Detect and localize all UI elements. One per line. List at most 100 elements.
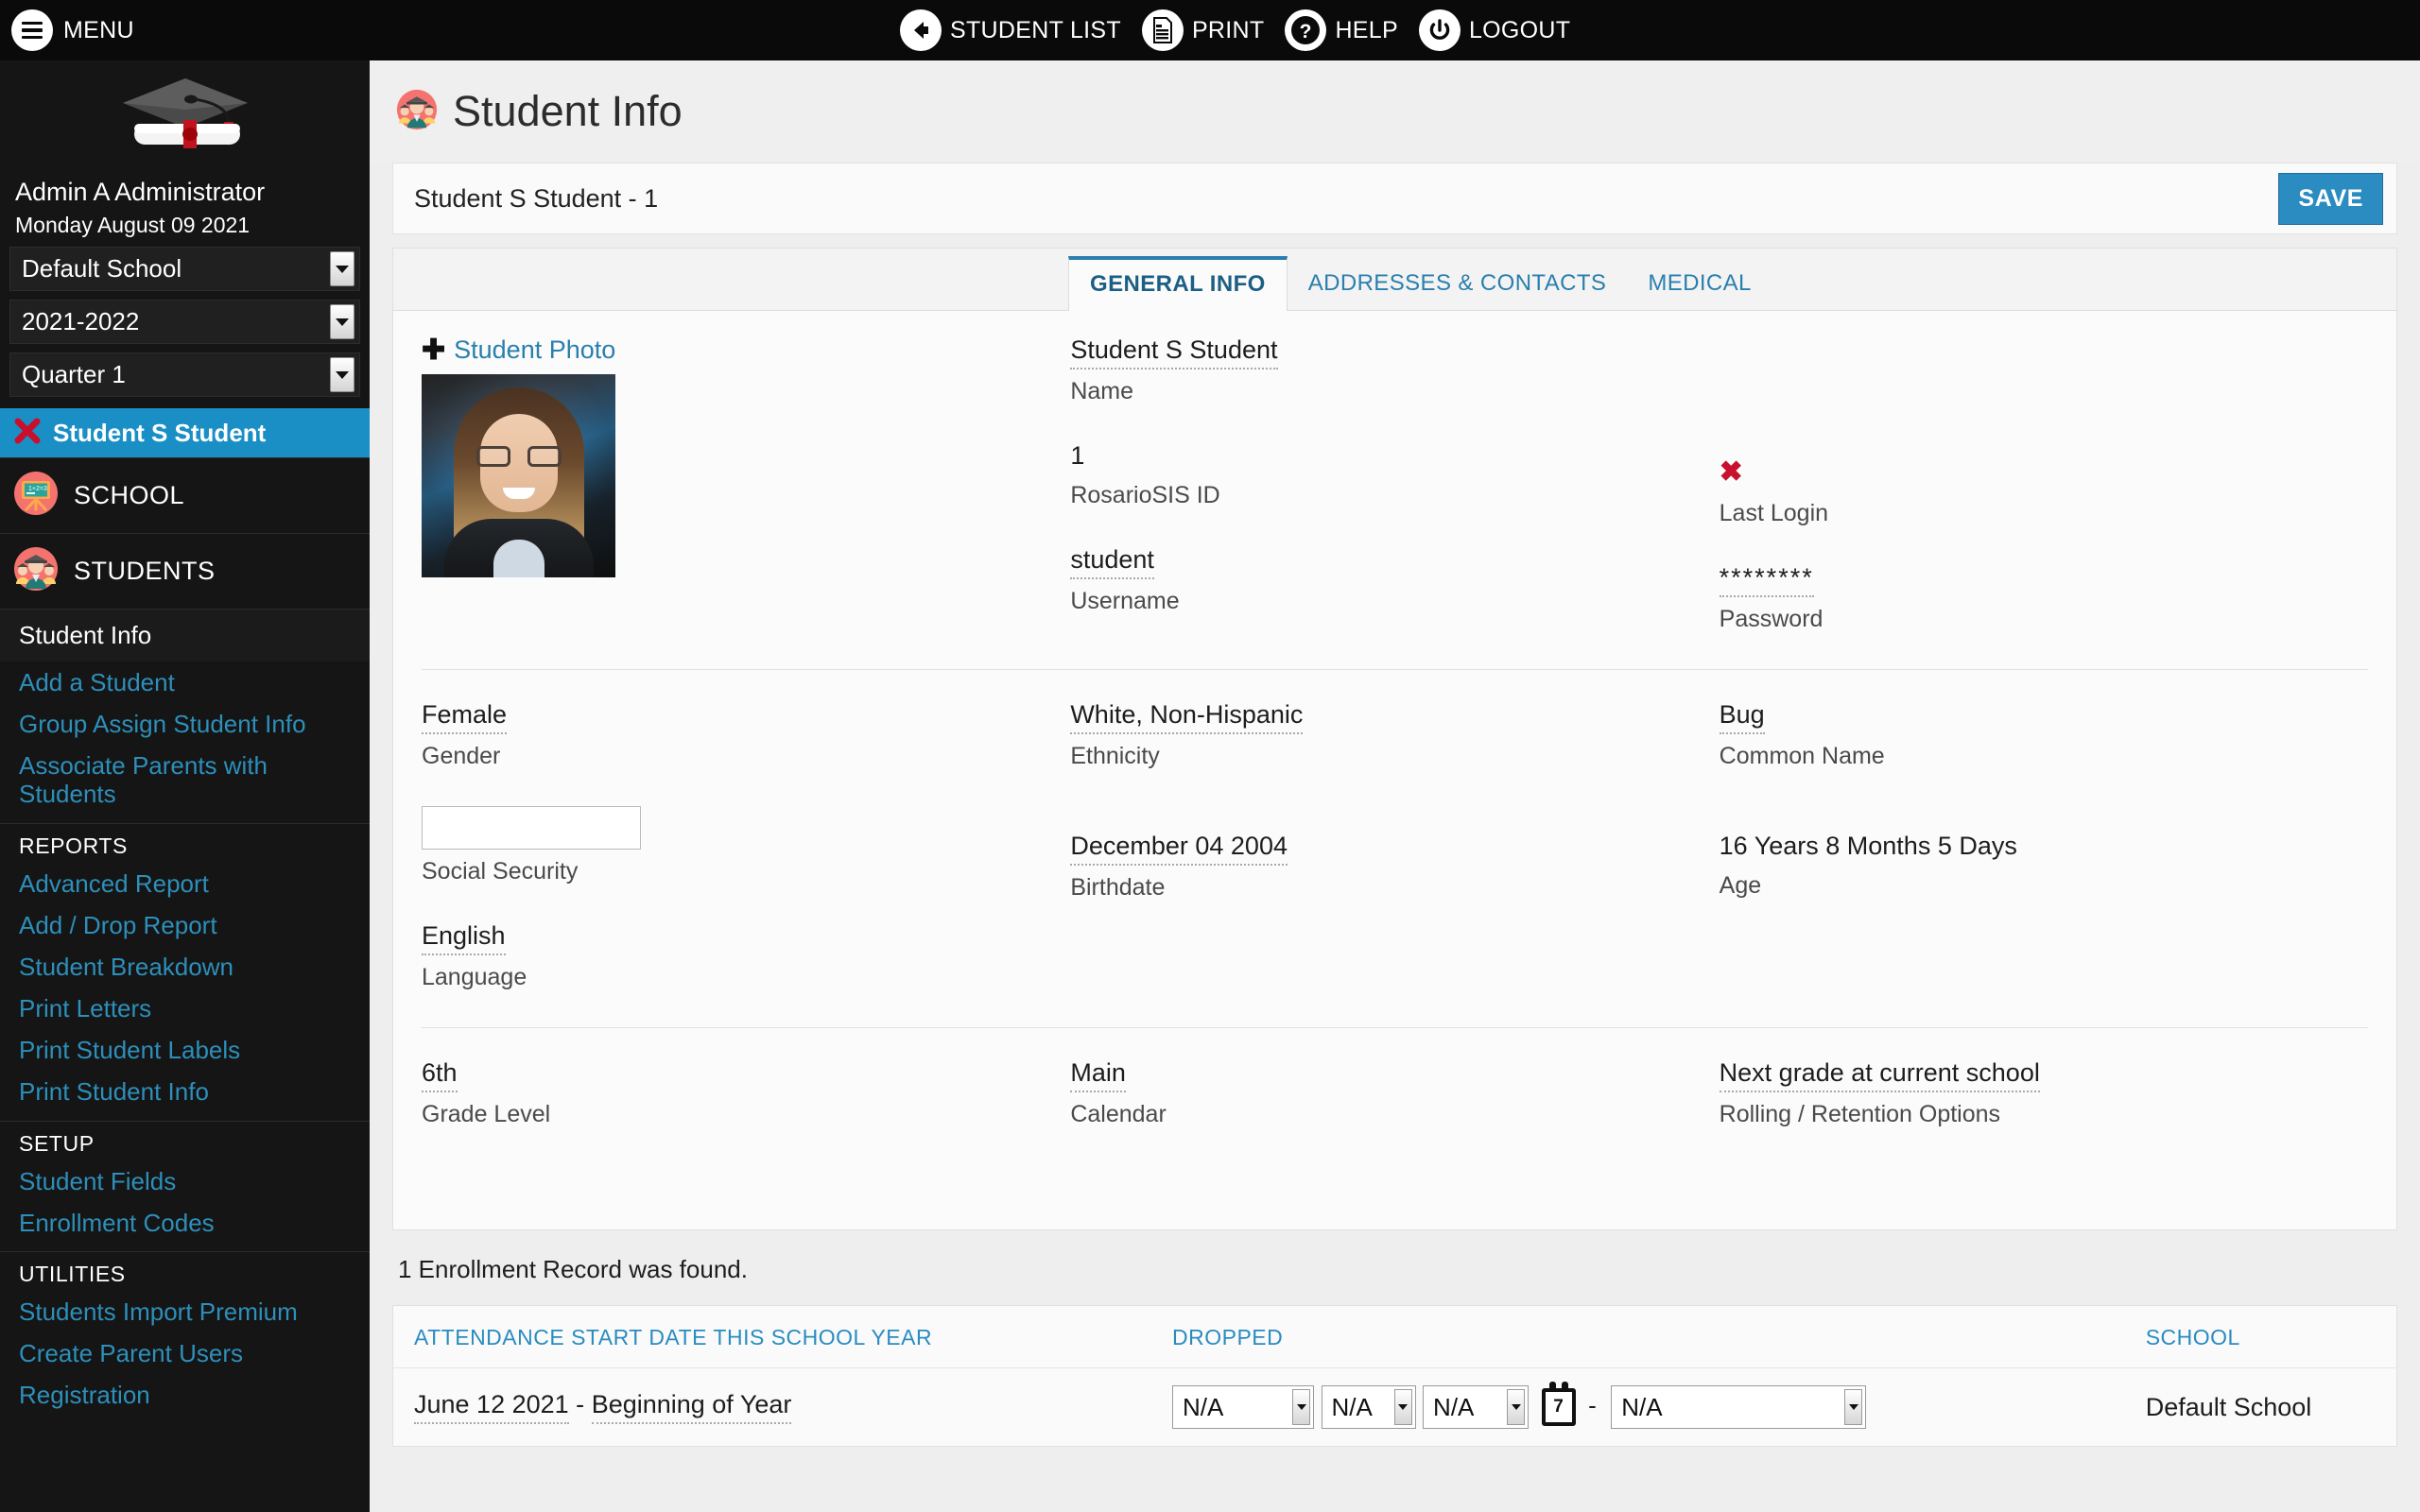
main-content: Student Info Student S Student - 1 SAVE …	[370, 60, 2420, 1512]
save-button[interactable]: SAVE	[2278, 173, 2383, 225]
drop-code-select[interactable]: N/A	[1611, 1385, 1866, 1429]
field-grade-level-value[interactable]: 6th	[422, 1058, 458, 1092]
sidebar-group-utilities: UTILITIES	[0, 1251, 370, 1291]
column-header-attendance-start-date[interactable]: ATTENDANCE START DATE THIS SCHOOL YEAR	[393, 1306, 1151, 1367]
tab-general-info[interactable]: GENERAL INFO	[1068, 256, 1288, 311]
chevron-down-icon	[330, 251, 354, 286]
drop-month-select[interactable]: N/A	[1172, 1385, 1314, 1429]
chevron-down-icon	[330, 304, 354, 339]
sidebar-link-print-student-labels[interactable]: Print Student Labels	[0, 1029, 370, 1071]
field-calendar-label: Calendar	[1070, 1101, 1719, 1128]
calendar-picker-icon[interactable]: 7	[1542, 1388, 1576, 1426]
sidebar-link-print-letters[interactable]: Print Letters	[0, 988, 370, 1029]
table-row: June 12 2021 - Beginning of Year N/A N/A…	[393, 1368, 2396, 1446]
dropped-dash: -	[1588, 1391, 1597, 1419]
drop-day-select[interactable]: N/A	[1322, 1385, 1416, 1429]
sidebar-link-students-import-premium[interactable]: Students Import Premium	[0, 1291, 370, 1332]
sidebar-item-students-label: STUDENTS	[74, 557, 216, 586]
field-name: Student S Student Name	[1070, 335, 1719, 405]
sidebar: Admin A Administrator Monday August 09 2…	[0, 60, 370, 1512]
menu-button[interactable]: MENU	[11, 9, 134, 51]
field-ethnicity-label: Ethnicity	[1070, 743, 1719, 770]
field-common-name-value[interactable]: Bug	[1720, 700, 1765, 734]
field-birthdate-label: Birthdate	[1070, 874, 1719, 902]
logout-button[interactable]: LOGOUT	[1419, 9, 1570, 51]
field-social-security: Social Security	[422, 806, 1070, 885]
field-gender-label: Gender	[422, 743, 1070, 770]
field-ethnicity: White, Non-Hispanic Ethnicity	[1070, 700, 1719, 770]
field-rolling-retention-label: Rolling / Retention Options	[1720, 1101, 2368, 1128]
logout-label: LOGOUT	[1469, 17, 1570, 44]
printer-document-icon	[1142, 9, 1184, 51]
cell-attendance-start-date: June 12 2021 - Beginning of Year	[393, 1373, 1151, 1441]
field-language-value[interactable]: English	[422, 921, 506, 955]
selected-student-label: Student S Student	[53, 419, 266, 448]
sidebar-link-enrollment-codes[interactable]: Enrollment Codes	[0, 1202, 370, 1244]
student-header-bar: Student S Student - 1 SAVE	[392, 163, 2397, 234]
sidebar-link-print-student-info[interactable]: Print Student Info	[0, 1071, 370, 1112]
sidebar-link-advanced-report[interactable]: Advanced Report	[0, 863, 370, 904]
print-button[interactable]: PRINT	[1142, 9, 1265, 51]
selected-student-item[interactable]: Student S Student	[0, 408, 370, 457]
svg-text:1+2=3: 1+2=3	[28, 486, 47, 492]
drop-year-select[interactable]: N/A	[1423, 1385, 1529, 1429]
red-x-icon: ✖	[1720, 458, 2368, 487]
power-icon	[1419, 9, 1461, 51]
sidebar-item-school[interactable]: 1+2=3 SCHOOL	[0, 457, 370, 533]
plus-icon: ✚	[422, 336, 445, 365]
enrollment-start-date-value[interactable]: June 12 2021	[414, 1390, 569, 1424]
quarter-select[interactable]: Quarter 1	[9, 352, 360, 397]
sidebar-link-add-a-student[interactable]: Add a Student	[0, 662, 370, 703]
sidebar-link-associate-parents-with-students[interactable]: Associate Parents with Students	[0, 745, 370, 815]
student-photo	[422, 374, 615, 577]
sidebar-item-students[interactable]: STUDENTS	[0, 533, 370, 609]
field-rosariosis-id-label: RosarioSIS ID	[1070, 482, 1719, 509]
current-date: Monday August 09 2021	[0, 213, 370, 238]
field-gender-value[interactable]: Female	[422, 700, 507, 734]
add-student-photo-label: Student Photo	[454, 335, 615, 365]
field-name-value[interactable]: Student S Student	[1070, 335, 1277, 369]
field-social-security-label: Social Security	[422, 858, 1070, 885]
column-header-dropped[interactable]: DROPPED	[1151, 1306, 2125, 1367]
drop-day-value: N/A	[1322, 1393, 1380, 1422]
student-header-name: Student S Student - 1	[414, 184, 658, 214]
quarter-select-value: Quarter 1	[10, 360, 330, 389]
field-grade-level-label: Grade Level	[422, 1101, 1070, 1128]
menu-label: MENU	[63, 17, 134, 44]
enrollment-start-code-value[interactable]: Beginning of Year	[592, 1390, 792, 1424]
field-language-label: Language	[422, 964, 1070, 991]
school-select[interactable]: Default School	[9, 247, 360, 291]
remove-student-icon[interactable]	[13, 417, 42, 450]
students-icon	[396, 89, 438, 135]
enrollment-start-separator: -	[576, 1390, 584, 1418]
add-student-photo-link[interactable]: ✚ Student Photo	[422, 335, 1070, 365]
sidebar-link-registration[interactable]: Registration	[0, 1374, 370, 1416]
tab-medical[interactable]: MEDICAL	[1627, 255, 1772, 310]
social-security-input[interactable]	[422, 806, 641, 850]
field-username: student Username	[1070, 545, 1719, 615]
field-password-value[interactable]: ********	[1720, 563, 1814, 597]
identity-fields-column: Student S Student Name 1 RosarioSIS ID s…	[1070, 335, 1719, 669]
field-ethnicity-value[interactable]: White, Non-Hispanic	[1070, 700, 1303, 734]
field-calendar-value[interactable]: Main	[1070, 1058, 1126, 1092]
field-birthdate-value[interactable]: December 04 2004	[1070, 832, 1288, 866]
sidebar-link-student-breakdown[interactable]: Student Breakdown	[0, 946, 370, 988]
sidebar-link-create-parent-users[interactable]: Create Parent Users	[0, 1332, 370, 1374]
sidebar-item-student-info[interactable]: Student Info	[0, 609, 370, 662]
year-select[interactable]: 2021-2022	[9, 300, 360, 344]
sidebar-link-group-assign-student-info[interactable]: Group Assign Student Info	[0, 703, 370, 745]
sidebar-link-add-drop-report[interactable]: Add / Drop Report	[0, 904, 370, 946]
field-gender: Female Gender	[422, 700, 1070, 770]
svg-text:?: ?	[1300, 21, 1312, 43]
field-password-label: Password	[1720, 606, 2368, 633]
student-list-button[interactable]: STUDENT LIST	[900, 9, 1121, 51]
question-mark-icon: ?	[1285, 9, 1326, 51]
sidebar-link-student-fields[interactable]: Student Fields	[0, 1160, 370, 1202]
tab-addresses-contacts[interactable]: ADDRESSES & CONTACTS	[1288, 255, 1628, 310]
drop-code-value: N/A	[1612, 1393, 1669, 1422]
field-common-name: Bug Common Name	[1720, 700, 2368, 770]
help-button[interactable]: ? HELP	[1285, 9, 1398, 51]
field-username-value[interactable]: student	[1070, 545, 1154, 579]
field-rolling-retention-value[interactable]: Next grade at current school	[1720, 1058, 2040, 1092]
column-header-school[interactable]: SCHOOL	[2125, 1306, 2396, 1367]
